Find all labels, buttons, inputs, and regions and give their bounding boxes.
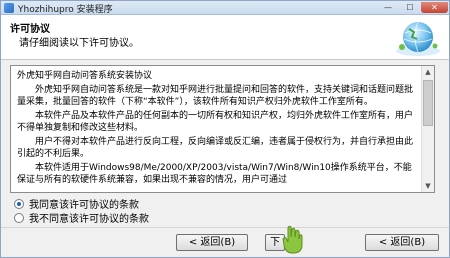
globe-icon [396,21,440,56]
page-title: 许可协议 [10,24,50,35]
license-paragraph: 外虎知乎网自动问答系统是一款对知乎网进行批量提问和回答的软件，支持关键词和话题问… [17,85,414,107]
title-bar[interactable]: Yhozhihupro 安装程序 — ☐ ✕ [1,1,449,15]
page-header: 许可协议 请仔细阅读以下许可协议。 [1,15,449,60]
back-button[interactable]: < 返回(B) [176,234,248,251]
cancel-button[interactable]: < 返回(B) [365,234,439,251]
installer-window: Yhozhihupro 安装程序 — ☐ ✕ 许可协议 请仔细阅读以下许可协议。 [0,0,450,258]
license-paragraph: 本软件适用于Windows98/Me/2000/XP/2003/vista/Wi… [17,163,412,185]
scroll-down-arrow-icon[interactable]: ▼ [422,180,434,192]
decline-option[interactable]: 我不同意该许可协议的条款 [14,211,149,225]
maximize-button[interactable]: ☐ [399,2,421,13]
scroll-up-arrow-icon[interactable]: ▲ [422,66,434,78]
window-title: Yhozhihupro 安装程序 [18,5,113,15]
license-paragraph-title: 外虎知乎网自动问答系统安装协议 [17,71,153,81]
accept-label: 我同意该许可协议的条款 [29,200,139,211]
vertical-scrollbar[interactable]: ▲ ▼ [421,66,434,192]
footer-divider [1,227,449,228]
close-button[interactable]: ✕ [421,2,448,13]
decline-radio[interactable] [14,212,24,223]
accept-radio[interactable] [14,198,24,209]
page-subtitle: 请仔细阅读以下许可协议。 [19,38,139,49]
app-icon [4,3,14,13]
license-text-box[interactable]: 外虎知乎网自动问答系统安装协议 外虎知乎网自动问答系统是一款对知乎网进行批量提问… [10,65,435,193]
scrollbar-thumb[interactable] [423,80,433,126]
decline-label: 我不同意该许可协议的条款 [29,214,149,225]
license-text: 外虎知乎网自动问答系统安装协议 外虎知乎网自动问答系统是一款对知乎网进行批量提问… [17,70,419,188]
license-paragraph: 用户不得对本软件产品进行反向工程，反向编译或反汇编，违者属于侵权行为，并自行承担… [17,137,414,159]
license-paragraph: 本软件产品及本软件产品的任何副本的一切所有权和知识产权，均归外虎软件工作室所有，… [17,111,414,133]
accept-option[interactable]: 我同意该许可协议的条款 [14,197,139,211]
green-hand-icon [282,225,303,254]
minimize-button[interactable]: — [377,2,399,13]
